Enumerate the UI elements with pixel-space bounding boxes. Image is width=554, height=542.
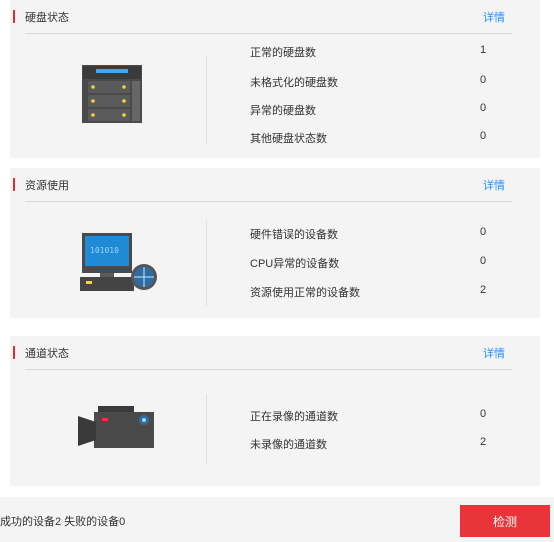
stat-row: 其他硬盘状态数 0 (250, 130, 510, 146)
section-marker (13, 346, 15, 359)
stat-label: 正常的硬盘数 (250, 47, 316, 59)
stat-value: 1 (480, 44, 487, 56)
device-result-summary: 成功的设备2 失败的设备0 (0, 516, 126, 528)
channel-status-card: 通道状态 详情 正在录像的通道数 0 未录像的通道数 2 (10, 336, 540, 486)
stat-label: 正在录像的通道数 (250, 411, 338, 423)
disk-divider (206, 56, 207, 144)
resource-usage-title: 资源使用 (25, 180, 69, 192)
channel-divider (206, 394, 207, 464)
stat-value: 0 (480, 74, 487, 86)
disk-server-icon (80, 63, 144, 125)
section-marker (13, 178, 15, 191)
stat-label: 未录像的通道数 (250, 439, 327, 451)
stat-value: 0 (480, 102, 487, 114)
disk-status-card: 硬盘状态 详情 正常的硬盘数 1 未格式化的硬盘数 0 异常的硬盘数 0 其他硬… (10, 0, 540, 158)
stat-value: 0 (480, 226, 487, 238)
disk-status-header: 硬盘状态 详情 (10, 0, 540, 34)
disk-status-title: 硬盘状态 (25, 12, 69, 24)
header-divider (25, 201, 512, 202)
resource-divider (206, 220, 207, 306)
computer-monitor-icon: 101010 (80, 231, 160, 293)
resource-detail-link[interactable]: 详情 (483, 177, 505, 193)
stat-value: 2 (480, 436, 487, 448)
stat-label: 资源使用正常的设备数 (250, 287, 360, 299)
stat-row: 正常的硬盘数 1 (250, 44, 510, 60)
stat-row: 未格式化的硬盘数 0 (250, 74, 510, 90)
stat-label: 异常的硬盘数 (250, 105, 316, 117)
stat-value: 2 (480, 284, 487, 296)
stat-row: 异常的硬盘数 0 (250, 102, 510, 118)
stat-value: 0 (480, 130, 487, 142)
channel-status-title: 通道状态 (25, 348, 69, 360)
stat-row: CPU异常的设备数 0 (250, 255, 510, 271)
header-divider (25, 33, 512, 34)
channel-detail-link[interactable]: 详情 (483, 345, 505, 361)
stat-label: 硬件错误的设备数 (250, 229, 338, 241)
svg-text:101010: 101010 (90, 246, 119, 255)
video-camera-icon (78, 404, 160, 448)
resource-usage-card: 资源使用 详情 101010 硬件错误的设备数 0 CPU异常的设备数 0 资源… (10, 168, 540, 318)
stat-row: 资源使用正常的设备数 2 (250, 284, 510, 300)
section-marker (13, 10, 15, 23)
stat-label: 其他硬盘状态数 (250, 133, 327, 145)
stat-label: CPU异常的设备数 (250, 258, 340, 270)
disk-detail-link[interactable]: 详情 (483, 9, 505, 25)
stat-row: 硬件错误的设备数 0 (250, 226, 510, 242)
channel-status-header: 通道状态 详情 (10, 336, 540, 370)
stat-row: 正在录像的通道数 0 (250, 408, 510, 424)
header-divider (25, 369, 512, 370)
resource-usage-header: 资源使用 详情 (10, 168, 540, 202)
stat-label: 未格式化的硬盘数 (250, 77, 338, 89)
check-button[interactable]: 检测 (460, 505, 550, 537)
stat-row: 未录像的通道数 2 (250, 436, 510, 452)
footer-bar: 成功的设备2 失败的设备0 检测 (0, 497, 554, 542)
stat-value: 0 (480, 255, 487, 267)
stat-value: 0 (480, 408, 487, 420)
